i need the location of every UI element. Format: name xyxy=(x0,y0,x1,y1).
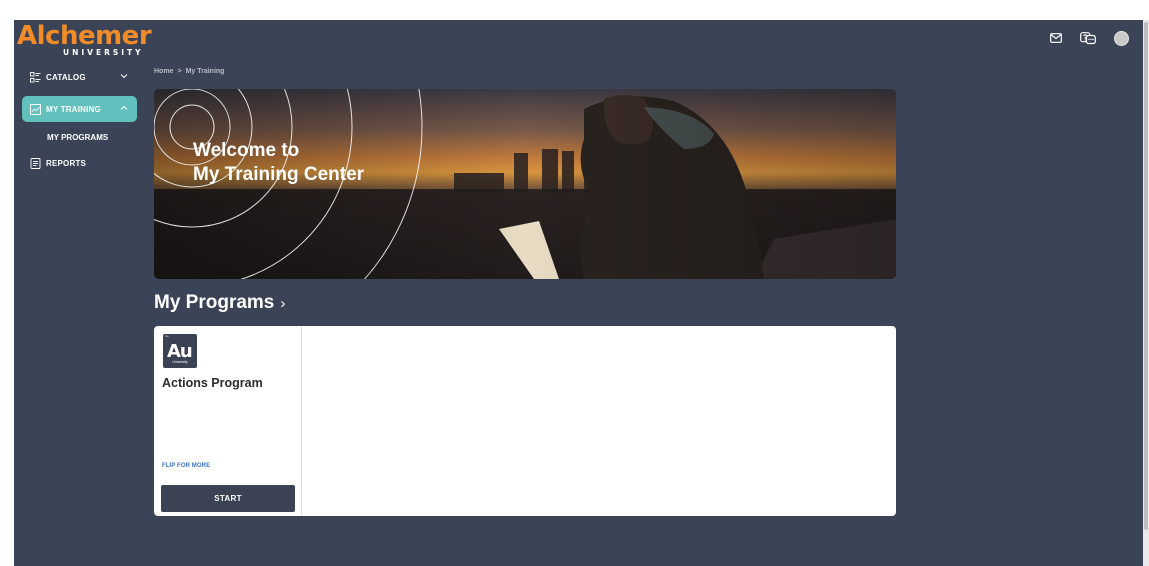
section-title-text: My Programs xyxy=(154,292,275,313)
breadcrumb: Home > My Training xyxy=(154,68,224,75)
sidebar-item-label: REPORTS xyxy=(46,158,87,168)
header-icons xyxy=(1050,28,1129,48)
sidebar-item-catalog[interactable]: CATALOG xyxy=(22,64,137,90)
breadcrumb-separator: > xyxy=(177,68,182,75)
program-logo: ™ Au University xyxy=(163,334,197,368)
my-programs-heading[interactable]: My Programs › xyxy=(154,292,285,314)
hero-title-line2: My Training Center xyxy=(193,164,365,185)
sidebar-item-my-training[interactable]: MY TRAINING xyxy=(22,96,137,122)
programs-panel: ™ Au University Actions Program FLIP FOR… xyxy=(154,326,896,516)
flip-for-more-link[interactable]: FLIP FOR MORE xyxy=(162,463,210,469)
logo-tm: ™ xyxy=(165,335,169,339)
mail-icon[interactable] xyxy=(1050,33,1062,43)
logo-subtitle: UNIVERSITY xyxy=(63,48,144,57)
sidebar-nav: CATALOG MY TRAINING MY PROGRAMS REPORTS xyxy=(22,64,137,176)
hero-title: Welcome to My Training Center xyxy=(193,139,364,187)
program-title: Actions Program xyxy=(162,376,263,390)
logo-caption: University xyxy=(172,360,188,364)
app-window: Alchemer UNIVERSITY CATALOG MY TRAINING xyxy=(14,20,1143,566)
hero-banner: Welcome to My Training Center xyxy=(154,89,896,279)
hero-title-line1: Welcome to xyxy=(193,140,300,161)
sidebar-item-label: MY TRAINING xyxy=(46,104,101,114)
logo-mark: Au xyxy=(167,341,193,362)
scrollbar-thumb[interactable] xyxy=(1144,22,1148,530)
reports-icon xyxy=(29,157,41,169)
help-chat-icon[interactable] xyxy=(1080,31,1096,45)
chevron-down-icon[interactable] xyxy=(119,71,129,81)
program-card[interactable]: ™ Au University Actions Program FLIP FOR… xyxy=(154,326,302,516)
avatar[interactable] xyxy=(1114,30,1129,46)
sidebar-item-my-programs[interactable]: MY PROGRAMS xyxy=(22,126,137,148)
sidebar-item-reports[interactable]: REPORTS xyxy=(22,150,137,176)
alchemer-university-logo[interactable]: Alchemer UNIVERSITY xyxy=(17,20,152,60)
trending-icon xyxy=(29,103,41,115)
catalog-icon xyxy=(29,71,41,83)
start-button[interactable]: START xyxy=(161,485,295,512)
breadcrumb-current: My Training xyxy=(185,68,225,75)
chevron-up-icon[interactable] xyxy=(119,103,129,113)
breadcrumb-home[interactable]: Home xyxy=(154,68,173,75)
sidebar-item-label: CATALOG xyxy=(46,72,86,82)
chevron-right-icon: › xyxy=(280,295,286,312)
